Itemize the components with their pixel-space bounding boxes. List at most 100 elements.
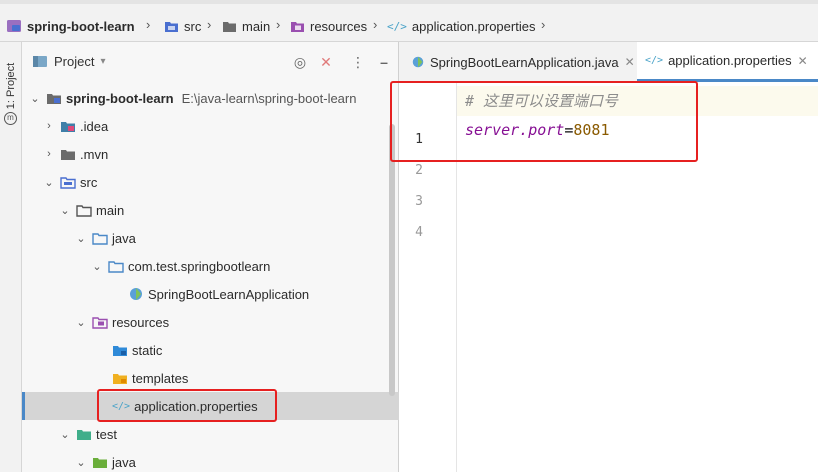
- breadcrumb-file-label: application.properties: [411, 18, 536, 34]
- tab-label: application.properties: [668, 53, 792, 68]
- project-folder-icon: [33, 56, 47, 67]
- structure-icon[interactable]: m: [4, 112, 17, 125]
- chevron-down-icon[interactable]: ⌄: [74, 316, 88, 329]
- tree-item-path: E:\java-learn\spring-boot-learn: [181, 90, 357, 106]
- tree-item-test-java[interactable]: ⌄ java: [22, 448, 399, 472]
- code-line-server-port[interactable]: server.port=8081: [465, 121, 610, 139]
- property-key: server.port: [465, 121, 565, 139]
- chevron-down-icon[interactable]: ⌄: [74, 456, 88, 469]
- breadcrumb-chevron-icon: ›: [276, 17, 281, 32]
- properties-file-icon: </>: [112, 400, 131, 412]
- line-number: 4: [415, 225, 423, 240]
- tree-item-label: com.test.springbootlearn: [128, 258, 271, 274]
- tree-item-label: test: [96, 426, 117, 442]
- chevron-down-icon[interactable]: ⌄: [58, 204, 72, 217]
- hide-panel-icon[interactable]: –: [376, 54, 392, 70]
- tree-item-spring-boot-learn[interactable]: ⌄ spring-boot-learn E:\java-learn\spring…: [22, 84, 399, 112]
- properties-file-icon: </>: [387, 19, 407, 33]
- project-panel-title: Project: [54, 54, 95, 69]
- tree-item-application-properties[interactable]: </> application.properties: [22, 392, 399, 420]
- chevron-down-icon[interactable]: ⌄: [90, 260, 104, 273]
- blue-folder-icon: [113, 345, 127, 356]
- properties-file-icon: </>: [645, 55, 664, 66]
- module-folder-icon: [47, 93, 61, 104]
- left-tool-strip: 1: Project m: [0, 42, 22, 472]
- tree-item-label: .idea: [80, 118, 109, 134]
- tree-item-resources[interactable]: ⌄ resources: [22, 308, 399, 336]
- resources-folder-icon: [92, 316, 108, 329]
- breadcrumb-project[interactable]: spring-boot-learn: [6, 17, 135, 35]
- breadcrumb-resources[interactable]: resources: [290, 17, 367, 35]
- resources-folder-icon: [291, 21, 304, 32]
- test-folder-icon: [77, 429, 91, 440]
- tree-item-package[interactable]: ⌄ com.test.springbootlearn: [22, 252, 399, 280]
- chevron-down-icon: ▾: [100, 56, 106, 67]
- editor-area: SpringBootLearnApplication.java ✕ </> ap…: [399, 42, 818, 472]
- chevron-down-icon[interactable]: ⌄: [74, 232, 88, 245]
- source-folder-icon: [165, 21, 178, 32]
- folder-icon: [61, 149, 75, 160]
- package-icon: [108, 260, 124, 273]
- tree-item-label: SpringBootLearnApplication: [148, 286, 310, 302]
- tree-item-mvn[interactable]: › .mvn: [22, 140, 399, 168]
- breadcrumb-main-label: main: [242, 18, 271, 34]
- tree-item-label: java: [112, 230, 136, 246]
- tree-item-label: .mvn: [80, 146, 109, 162]
- collapse-all-icon[interactable]: ✕: [318, 54, 334, 70]
- tab-spring-boot-learn-application[interactable]: SpringBootLearnApplication.java ✕: [403, 42, 643, 82]
- tree-item-label: main: [96, 202, 125, 218]
- line-number-gutter: 1 2 3 4: [399, 82, 457, 472]
- tree-item-templates[interactable]: templates: [22, 364, 399, 392]
- window-top-strip: [0, 0, 818, 4]
- breadcrumb-chevron-icon: ›: [146, 17, 151, 32]
- locate-file-icon[interactable]: ◎: [292, 54, 308, 70]
- tree-item-label: templates: [132, 370, 189, 386]
- breadcrumb-chevron-icon: ›: [541, 17, 546, 32]
- java-source-folder-icon: [92, 232, 108, 245]
- chevron-right-icon[interactable]: ›: [42, 120, 56, 132]
- source-folder-icon: [60, 176, 76, 189]
- tree-item-idea[interactable]: › .idea: [22, 112, 399, 140]
- breadcrumb-src-label: src: [184, 18, 202, 34]
- code-line-comment[interactable]: # 这里可以设置端口号: [465, 90, 618, 111]
- line-number: 3: [415, 194, 423, 209]
- selection-marker: [22, 392, 25, 420]
- close-icon[interactable]: ✕: [798, 54, 808, 68]
- tree-item-src[interactable]: ⌄ src: [22, 168, 399, 196]
- test-java-folder-icon: [93, 457, 107, 468]
- project-view-selector[interactable]: Project ▾: [32, 54, 106, 69]
- tree-item-label: java: [112, 454, 136, 470]
- tab-label: SpringBootLearnApplication.java: [430, 54, 619, 70]
- project-scrollbar[interactable]: [389, 124, 395, 396]
- breadcrumb-resources-label: resources: [310, 18, 368, 34]
- project-panel: Project ▾ ◎ ✕ ⋮ – ⌄ spring-boot-learn E:…: [22, 42, 399, 472]
- close-icon[interactable]: ✕: [625, 55, 635, 69]
- idea-folder-icon: [61, 121, 75, 132]
- folder-icon: [223, 21, 236, 32]
- more-options-icon[interactable]: ⋮: [350, 54, 366, 70]
- tree-item-label: application.properties: [134, 398, 258, 414]
- project-tool-button[interactable]: 1: Project m: [3, 50, 19, 130]
- breadcrumb-project-label: spring-boot-learn: [27, 18, 135, 34]
- tree-item-label: spring-boot-learn: [66, 90, 174, 106]
- breadcrumb-file[interactable]: </> application.properties: [387, 17, 535, 35]
- tree-item-test[interactable]: ⌄ test: [22, 420, 399, 448]
- tree-item-label: src: [80, 174, 98, 190]
- folder-icon: [76, 204, 92, 217]
- tab-application-properties[interactable]: </> application.properties ✕: [637, 42, 818, 82]
- project-panel-header: Project ▾ ◎ ✕ ⋮ –: [22, 42, 399, 82]
- chevron-down-icon[interactable]: ⌄: [28, 92, 42, 105]
- tree-item-label: resources: [112, 314, 170, 330]
- breadcrumb-main[interactable]: main: [222, 17, 270, 35]
- spring-boot-class-icon: [412, 56, 424, 68]
- chevron-down-icon[interactable]: ⌄: [42, 176, 56, 189]
- chevron-right-icon[interactable]: ›: [42, 148, 56, 160]
- spring-boot-class-icon: [130, 288, 142, 300]
- chevron-down-icon[interactable]: ⌄: [58, 428, 72, 441]
- breadcrumb-src[interactable]: src: [164, 17, 201, 35]
- tree-item-spring-boot-learn-application[interactable]: SpringBootLearnApplication: [22, 280, 399, 308]
- tree-item-java[interactable]: ⌄ java: [22, 224, 399, 252]
- tree-item-main[interactable]: ⌄ main: [22, 196, 399, 224]
- tree-item-static[interactable]: static: [22, 336, 399, 364]
- editor-tabs: SpringBootLearnApplication.java ✕ </> ap…: [399, 42, 818, 82]
